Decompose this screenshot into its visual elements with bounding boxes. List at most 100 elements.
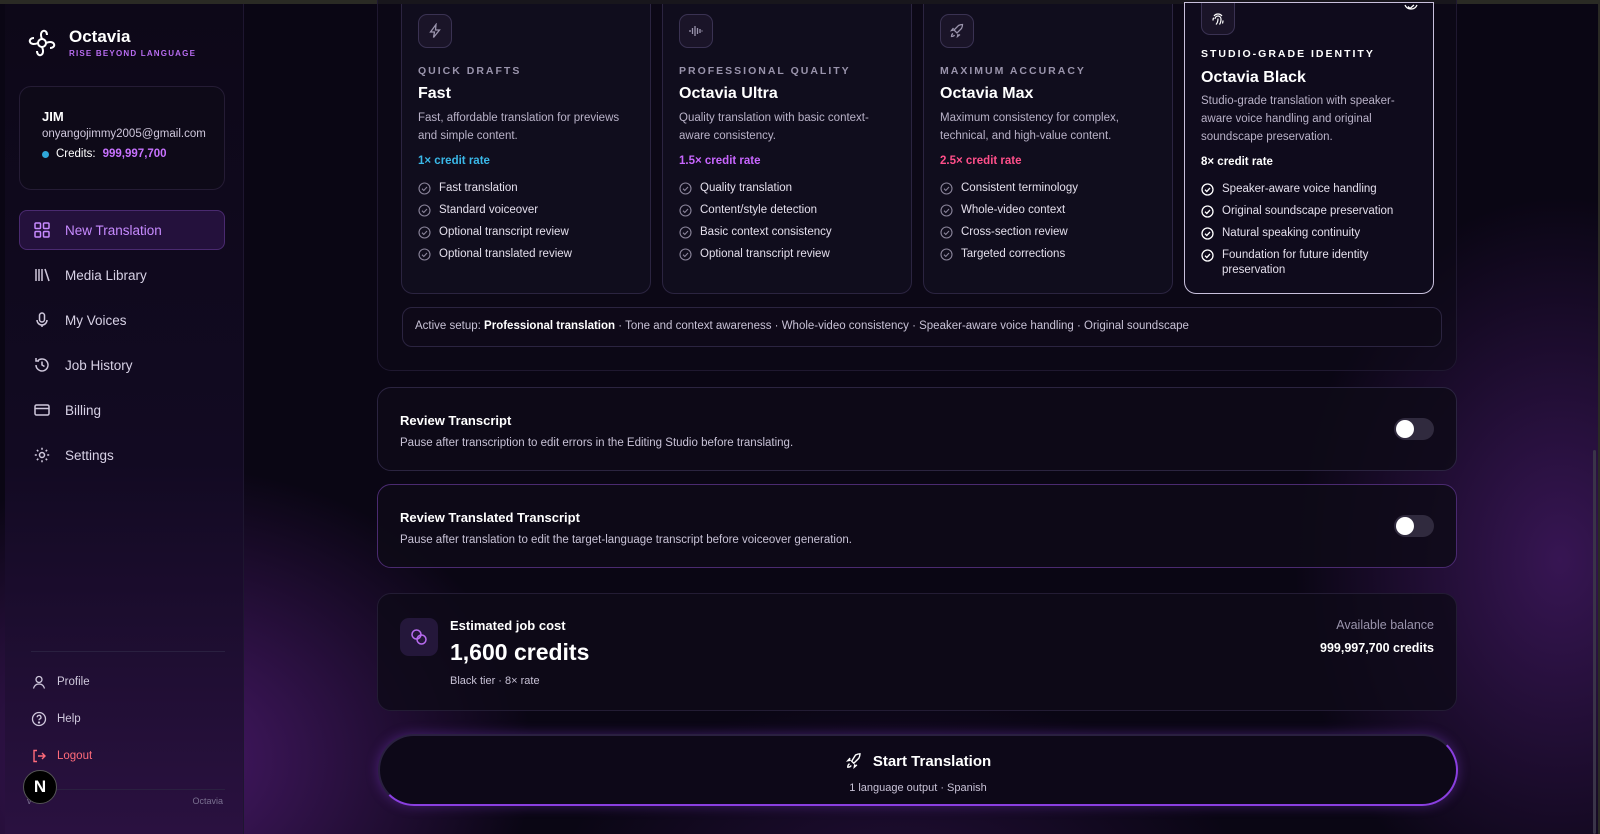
tier-card-max[interactable]: MAXIMUM ACCURACY Octavia Max Maximum con… [923,4,1173,294]
balance-value: 999,997,700 credits [1320,641,1434,655]
check-circle-icon [940,226,953,239]
nav-item-job-history[interactable]: Job History [19,345,225,385]
nav-label: Settings [65,447,114,463]
tier-rate: 8× credit rate [1201,156,1273,168]
toggle-knob [1396,420,1414,438]
nav-item-settings[interactable]: Settings [19,435,225,475]
grid-icon [33,221,51,239]
nav-item-media-library[interactable]: Media Library [19,255,225,295]
scrollbar[interactable] [1593,450,1596,834]
check-circle-icon [1201,227,1214,240]
feature-text: Standard voiceover [439,204,539,216]
cost-estimate-card: Estimated job cost 1,600 credits Black t… [377,593,1457,711]
feature-item: Quality translation [679,181,904,196]
check-circle-icon [418,204,431,217]
feature-item: Basic context consistency [679,225,904,240]
profile-link[interactable]: Profile [31,668,221,696]
n-badge-icon[interactable]: N [23,770,57,804]
review-translated-toggle[interactable] [1394,515,1434,537]
octavia-logo-icon [28,29,56,57]
nav-label: Billing [65,402,102,418]
sidebar: Octavia RISE BEYOND LANGUAGE JIM onyango… [5,4,244,834]
logout-icon [33,749,46,763]
selected-check-icon [1404,4,1418,10]
tier-description: Maximum consistency for complex, technic… [940,112,1119,142]
nav-item-my-voices[interactable]: My Voices [19,300,225,340]
check-circle-icon [418,182,431,195]
check-circle-icon [1201,249,1214,262]
gear-icon [33,446,51,464]
start-main: Start Translation [380,752,1456,770]
balance-label: Available balance [1336,618,1434,632]
feature-item: Optional translated review [418,247,643,262]
feature-text: Content/style detection [700,204,817,216]
check-circle-icon [1201,183,1214,196]
nav-label: New Translation [65,222,162,238]
feature-item: Speaker-aware voice handling [1201,182,1426,197]
brand-tagline: RISE BEYOND LANGUAGE [69,49,197,58]
logout-link[interactable]: Logout [31,742,221,770]
tier-kicker: MAXIMUM ACCURACY [940,65,1086,77]
footer-brand: Octavia [192,796,223,806]
user-credits: Credits: 999,997,700 [42,148,224,160]
feature-text: Basic context consistency [700,226,832,238]
review-transcript-desc: Pause after transcription to edit errors… [400,437,794,449]
user-name: JIM [42,109,64,124]
tier-kicker: PROFESSIONAL QUALITY [679,65,851,77]
active-setup-summary: Active setup: Professional translation ·… [402,307,1442,347]
lightning-icon [418,14,452,48]
tier-card-ultra[interactable]: PROFESSIONAL QUALITY Octavia Ultra Quali… [662,4,912,294]
tier-card-fast[interactable]: QUICK DRAFTS Fast Fast, affordable trans… [401,4,651,294]
feature-item: Foundation for future identity preservat… [1201,248,1426,278]
feature-item: Natural speaking continuity [1201,226,1426,241]
brand[interactable]: Octavia RISE BEYOND LANGUAGE [25,26,196,60]
tier-title: Octavia Max [940,85,1034,102]
library-icon [33,266,51,284]
check-circle-icon [1201,205,1214,218]
tier-features: Fast translation Standard voiceover Opti… [418,181,643,269]
user-card: JIM onyangojimmy2005@gmail.com Credits: … [19,86,225,190]
feature-text: Targeted corrections [961,248,1066,260]
cost-subtext: Black tier · 8× rate [450,675,540,687]
active-setup-label: Active setup: [415,320,481,332]
nav-label: My Voices [65,312,127,328]
brand-name: Octavia [69,27,131,46]
logout-label: Logout [57,750,93,762]
check-circle-icon [418,226,431,239]
review-transcript-toggle[interactable] [1394,418,1434,440]
profile-label: Profile [57,676,90,688]
start-label: Start Translation [872,752,992,770]
review-translated-card: Review Translated Transcript Pause after… [377,484,1457,568]
credits-value: 999,997,700 [102,148,167,160]
divider [31,651,225,652]
divider [31,789,225,790]
status-dot [42,150,49,158]
review-translated-title: Review Translated Transcript [400,510,580,525]
bottom-nav: Profile Help Logout [31,668,221,779]
review-transcript-title: Review Transcript [400,413,512,428]
tier-title: Fast [418,85,451,102]
tier-title: Octavia Black [1201,69,1306,86]
feature-text: Consistent terminology [961,182,1078,194]
history-icon [33,356,51,374]
tier-kicker: QUICK DRAFTS [418,65,522,77]
check-circle-icon [940,204,953,217]
feature-item: Targeted corrections [940,247,1165,262]
tier-card-black[interactable]: STUDIO-GRADE IDENTITY Octavia Black Stud… [1184,2,1434,294]
user-icon [32,675,46,689]
tier-rate: 2.5× credit rate [940,155,1022,167]
feature-text: Optional translated review [439,248,572,260]
help-link[interactable]: Help [31,705,221,733]
user-email: onyangojimmy2005@gmail.com [42,128,206,140]
feature-text: Fast translation [439,182,518,194]
main-nav: New Translation Media Library My Voices … [19,210,225,480]
check-circle-icon [940,182,953,195]
nav-label: Media Library [65,267,147,283]
nav-item-billing[interactable]: Billing [19,390,225,430]
tier-features: Consistent terminology Whole-video conte… [940,181,1165,269]
feature-text: Natural speaking continuity [1222,227,1361,239]
nav-item-new-translation[interactable]: New Translation [19,210,225,250]
start-translation-button[interactable]: Start Translation 1 language output · Sp… [378,734,1458,806]
check-circle-icon [679,248,692,261]
tier-features: Quality translation Content/style detect… [679,181,904,269]
